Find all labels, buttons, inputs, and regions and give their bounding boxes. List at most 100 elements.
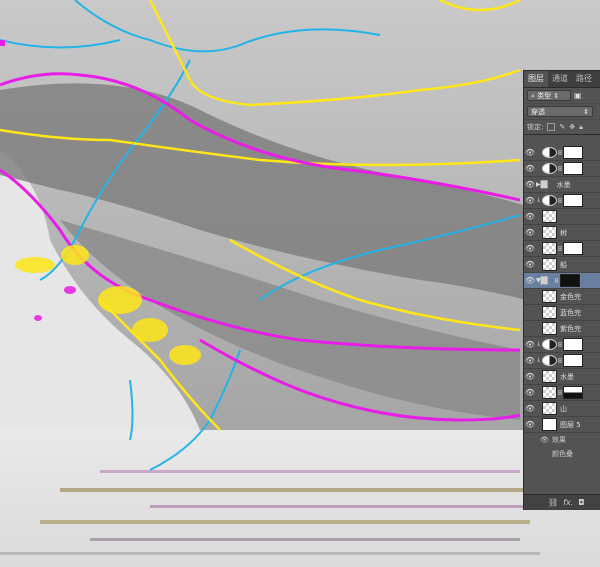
layer-name: 紫色完	[560, 324, 581, 333]
layer-adjust-4[interactable]: 👁︎ ↓ 8	[524, 337, 600, 353]
layer-adjust-3[interactable]: 👁︎ ↓ 8	[524, 193, 600, 209]
eye-icon[interactable]: 👁︎	[524, 404, 536, 413]
blend-row: 穿透 ⇕	[524, 104, 600, 120]
effects-row[interactable]: 👁︎ 效果	[524, 433, 600, 447]
adjustment-icon	[542, 147, 557, 158]
layer-group-water[interactable]: 👁︎ ▶ ▆ 水墨	[524, 177, 600, 193]
layer-name: 树	[560, 228, 567, 237]
layer-thumbnail	[542, 210, 557, 223]
layer-name: 水墨	[560, 372, 574, 381]
chevron-down-icon: ⇕	[553, 92, 560, 100]
layer-filter-select[interactable]: ⌕ 类型 ⇕	[527, 90, 571, 101]
image-filter-icon[interactable]: ▣	[574, 91, 582, 100]
artwork-canvas	[0, 0, 600, 567]
adjustment-icon	[542, 339, 557, 350]
layer-mask	[563, 338, 583, 351]
layer-thumbnail	[542, 290, 557, 303]
layer-mask	[563, 386, 583, 399]
layer-tree[interactable]: 👁︎ 树	[524, 225, 600, 241]
eye-icon[interactable]: 👁︎	[524, 388, 536, 397]
panel-bottom-bar: ⛓︎ fx. ◘	[524, 494, 600, 510]
eye-icon[interactable]: 👁︎	[524, 148, 536, 157]
layer-5[interactable]: 👁︎ 图层 5	[524, 417, 600, 433]
layer-mask	[563, 242, 583, 255]
layer-thumbnail	[542, 306, 557, 319]
layer-mask	[563, 354, 583, 367]
layer-name: 图层 5	[560, 420, 581, 429]
eye-icon[interactable]: 👁︎	[524, 244, 536, 253]
layer-thumbnail	[542, 370, 557, 383]
folder-icon: ▆	[540, 275, 548, 285]
adjustment-icon	[542, 163, 557, 174]
eye-icon[interactable]: 👁︎	[524, 356, 536, 365]
lock-icon[interactable]: 🔒︎	[579, 123, 583, 132]
lock-label: 锁定:	[527, 123, 544, 131]
layer-masked[interactable]: 👁︎ 8	[524, 241, 600, 257]
layer-blue[interactable]: 蓝色完	[524, 305, 600, 321]
layer-thumbnail	[542, 418, 557, 431]
layer-mask	[563, 146, 583, 159]
layer-boat[interactable]: 👁︎ 船	[524, 257, 600, 273]
eye-icon[interactable]: 👁︎	[524, 372, 536, 381]
layer-water2[interactable]: 👁︎ 水墨	[524, 369, 600, 385]
layers-panel: 图层 通道 路径 ⌕ 类型 ⇕ ▣ 穿透 ⇕ 锁定: ✎ ✥ 🔒︎ 👁︎ 8 👁…	[523, 70, 600, 510]
eye-icon[interactable]: 👁︎	[524, 228, 536, 237]
eye-icon[interactable]: 👁︎	[524, 180, 536, 189]
layer-mask	[563, 194, 583, 207]
layer-group-selected[interactable]: 👁︎ ▼ ▆ 8	[524, 273, 600, 289]
lock-row: 锁定: ✎ ✥ 🔒︎	[524, 120, 600, 135]
layer-adjust-5[interactable]: 👁︎ ↓ 8	[524, 353, 600, 369]
fx-icon[interactable]: fx.	[563, 498, 573, 507]
eye-icon[interactable]: 👁︎	[540, 436, 549, 444]
layer-thumbnail	[542, 402, 557, 415]
layer-list: 👁︎ 8 👁︎ 8 👁︎ ▶ ▆ 水墨 👁︎ ↓ 8 👁︎ 👁︎ 树 👁︎ 8 …	[524, 145, 600, 461]
layer-gold[interactable]: 金色完	[524, 289, 600, 305]
eye-icon[interactable]: 👁︎	[524, 276, 536, 285]
blend-mode-select[interactable]: 穿透 ⇕	[527, 106, 593, 117]
folder-icon: ▆	[540, 179, 548, 189]
eye-icon[interactable]: 👁︎	[524, 260, 536, 269]
layer-thumbnail	[542, 258, 557, 271]
search-icon: ⌕	[531, 92, 535, 100]
layer-name: 金色完	[560, 292, 581, 301]
eye-icon[interactable]: 👁︎	[524, 420, 536, 429]
tab-paths[interactable]: 路径	[572, 71, 596, 87]
color-overlay-row[interactable]: 颜色叠	[524, 447, 600, 461]
eye-icon[interactable]: 👁︎	[524, 164, 536, 173]
layer-mountain[interactable]: 👁︎ 山	[524, 401, 600, 417]
eye-icon[interactable]: 👁︎	[524, 196, 536, 205]
layer-thumbnail	[542, 242, 557, 255]
layer-adjust-1[interactable]: 👁︎ 8	[524, 145, 600, 161]
chevron-down-icon: ⇕	[583, 108, 589, 116]
lock-transparent-icon[interactable]	[547, 123, 556, 131]
link-layers-icon[interactable]: ⛓︎	[548, 498, 558, 507]
adjustment-icon	[542, 195, 557, 206]
layer-name: 水墨	[556, 180, 571, 189]
eye-icon[interactable]: 👁︎	[524, 340, 536, 349]
layer-mask	[559, 274, 580, 287]
layer-thumbnail	[542, 386, 557, 399]
panel-tabs: 图层 通道 路径	[524, 71, 600, 88]
filter-row: ⌕ 类型 ⇕ ▣	[524, 88, 600, 104]
layer-name: 船	[560, 260, 567, 269]
tab-channels[interactable]: 通道	[548, 71, 572, 87]
adjustment-icon	[542, 355, 557, 366]
layer-shape[interactable]: 👁︎	[524, 209, 600, 225]
brush-icon[interactable]: ✎	[559, 123, 565, 131]
effects-label: 效果	[551, 436, 566, 444]
color-overlay-label: 颜色叠	[552, 450, 573, 458]
layer-thumbnail	[542, 226, 557, 239]
add-mask-icon[interactable]: ◘	[578, 498, 584, 507]
tab-layers[interactable]: 图层	[524, 71, 548, 87]
layer-adjust-2[interactable]: 👁︎ 8	[524, 161, 600, 177]
layer-mask	[563, 162, 583, 175]
layer-name: 山	[560, 404, 567, 413]
move-icon[interactable]: ✥	[569, 123, 575, 131]
layer-thumbnail	[542, 322, 557, 335]
layer-name: 蓝色完	[560, 308, 581, 317]
blend-mode-label: 穿透	[531, 108, 545, 116]
filter-label: 类型	[537, 92, 552, 100]
eye-icon[interactable]: 👁︎	[524, 212, 536, 221]
layer-purple[interactable]: 紫色完	[524, 321, 600, 337]
layer-masked-2[interactable]: 👁︎ 8	[524, 385, 600, 401]
